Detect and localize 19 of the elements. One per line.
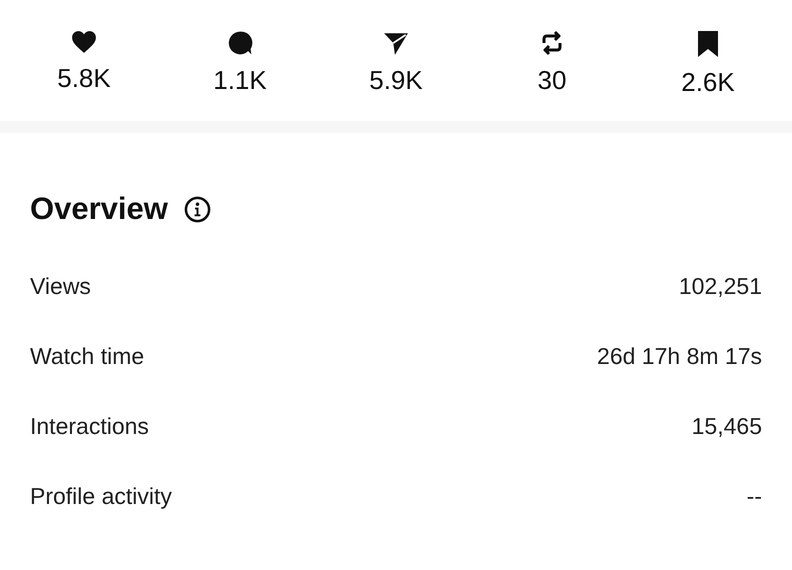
bookmark-icon: [697, 30, 719, 58]
stat-count: 5.9K: [369, 65, 423, 95]
stat-count: 2.6K: [681, 67, 735, 97]
metric-label: Profile activity: [30, 482, 172, 510]
section-title: Overview: [30, 191, 168, 227]
info-icon[interactable]: [184, 196, 211, 222]
stat-count: 5.8K: [57, 63, 111, 93]
metric-label: Watch time: [30, 342, 144, 370]
metric-value: 15,465: [692, 412, 762, 440]
metric-value: --: [746, 482, 762, 510]
stat-count: 30: [538, 65, 566, 95]
metric-value: 26d 17h 8m 17s: [597, 342, 762, 370]
metric-label: Interactions: [30, 412, 149, 440]
speech-bubble-icon: [227, 30, 253, 56]
heart-icon: [71, 30, 97, 54]
stat-count: 1.1K: [213, 65, 267, 95]
metric-label: Views: [30, 272, 91, 300]
metric-value: 102,251: [678, 272, 762, 300]
repost-icon: [540, 30, 564, 56]
